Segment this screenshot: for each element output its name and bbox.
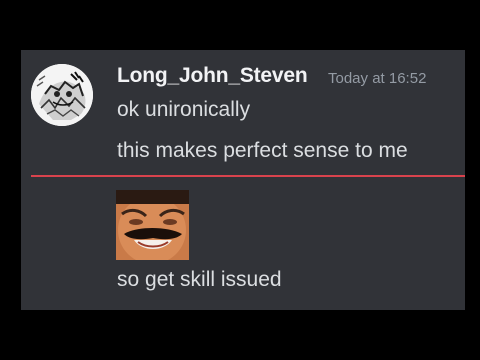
manga-drawing-avatar-icon: [31, 64, 93, 126]
user-avatar[interactable]: [31, 64, 93, 126]
message-text: so get skill issued: [117, 268, 282, 291]
chat-panel: Long_John_Steven Today at 16:52 ok uniro…: [21, 50, 465, 310]
message-text: ok unironically: [117, 98, 251, 121]
username[interactable]: Long_John_Steven: [117, 64, 308, 88]
message-text: this makes perfect sense to me: [117, 139, 408, 162]
message-timestamp[interactable]: Today at 16:52: [328, 70, 426, 87]
laughing-man-emoji-icon[interactable]: [116, 190, 189, 260]
new-messages-divider: [31, 175, 465, 177]
